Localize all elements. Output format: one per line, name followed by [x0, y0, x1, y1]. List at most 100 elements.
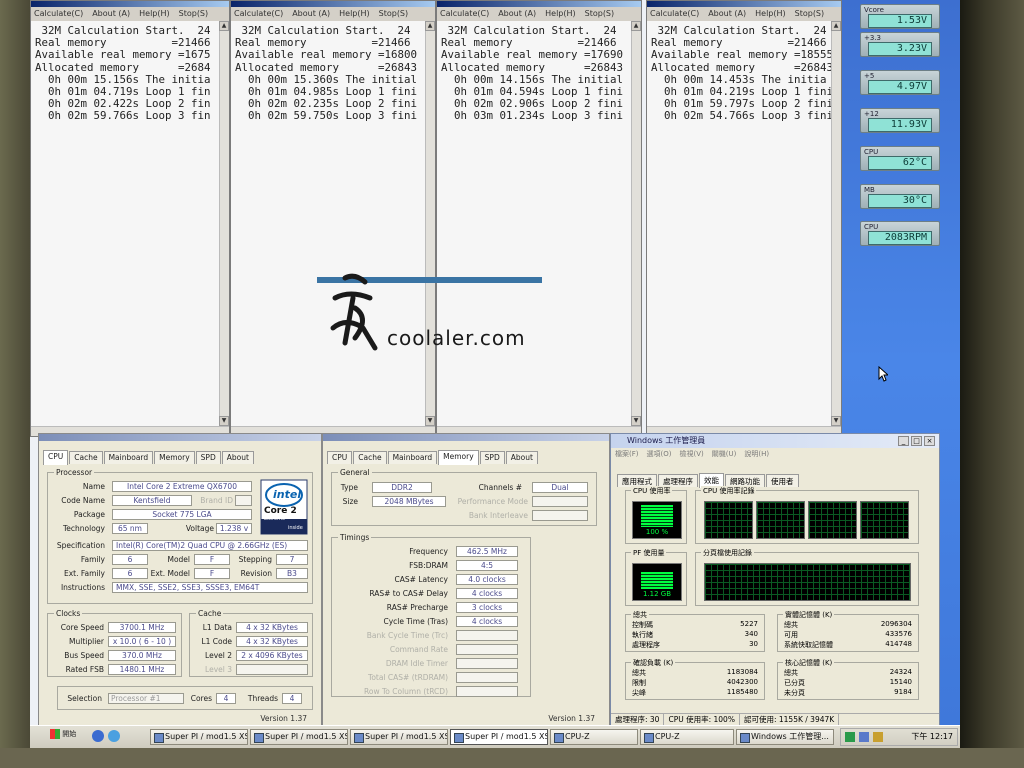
quicklaunch-ie-icon[interactable] — [92, 730, 104, 742]
processor-select[interactable]: Processor #1 — [108, 693, 184, 704]
gadget-3v3[interactable]: +3.3 3.23V — [860, 32, 940, 57]
menu-about[interactable]: About (A) — [92, 9, 130, 18]
vertical-scrollbar[interactable]: ▲ ▼ — [831, 21, 841, 426]
gadget-mb-temp[interactable]: MB 30°C — [860, 184, 940, 209]
tab-memory[interactable]: Memory — [154, 451, 195, 464]
superpi-window-1[interactable]: Calculate(C) About (A) Help(H) Stop(S) 32M … — [30, 0, 230, 437]
scroll-down-arrow-icon[interactable]: ▼ — [831, 416, 841, 426]
cpuz-window-memory[interactable]: CPU Cache Mainboard Memory SPD About General … — [322, 433, 610, 726]
menu-file[interactable]: 檔案(F) — [615, 450, 639, 458]
tab-cache[interactable]: Cache — [353, 451, 387, 464]
scroll-up-arrow-icon[interactable]: ▲ — [219, 21, 229, 31]
tab-about[interactable]: About — [221, 451, 254, 464]
version-text: Version 1.37 — [260, 714, 307, 723]
menu-help[interactable]: Help(H) — [755, 9, 786, 18]
tray-clock[interactable]: 下午 12:17 — [911, 729, 953, 745]
stat-row: 總共 1183084 — [632, 668, 758, 677]
gadget-5v[interactable]: +5 4.97V — [860, 70, 940, 95]
gadget-value: 1.53V — [868, 14, 932, 28]
menu-about[interactable]: About (A) — [498, 9, 536, 18]
level3-value — [236, 664, 308, 675]
minimize-icon[interactable]: _ — [898, 436, 909, 446]
menu-help[interactable]: Help(H) — [339, 9, 370, 18]
taskbar-button-superpi-2[interactable]: Super PI / mod1.5 XS — [250, 729, 348, 745]
cycle-time-value: 4 clocks — [456, 616, 518, 627]
scroll-up-arrow-icon[interactable]: ▲ — [831, 21, 841, 31]
tab-mainboard[interactable]: Mainboard — [103, 451, 154, 464]
menu-shutdown[interactable]: 關機(U) — [712, 450, 737, 458]
scroll-up-arrow-icon[interactable]: ▲ — [425, 21, 435, 31]
tab-mainboard[interactable]: Mainboard — [387, 451, 438, 464]
superpi-window-3[interactable]: Calculate(C) About (A) Help(H) Stop(S) 32M … — [436, 0, 642, 437]
field-label: Selection — [67, 694, 102, 703]
menu-stop[interactable]: Stop(S) — [379, 9, 409, 18]
tray-network-icon[interactable] — [859, 732, 869, 742]
tray-volume-icon[interactable] — [873, 732, 883, 742]
taskbar-button-superpi-1[interactable]: Super PI / mod1.5 XS — [150, 729, 248, 745]
superpi-output: 32M Calculation Start. 24 Real memory =21… — [231, 21, 425, 426]
tab-memory[interactable]: Memory — [438, 450, 479, 465]
maximize-icon[interactable]: □ — [911, 436, 922, 446]
stat-value: 1183084 — [726, 668, 758, 676]
tab-cpu[interactable]: CPU — [43, 450, 69, 465]
menu-calculate[interactable]: Calculate(C) — [440, 9, 489, 18]
menu-stop[interactable]: Stop(S) — [179, 9, 209, 18]
menu-help[interactable]: Help(H) — [545, 9, 576, 18]
menu-options[interactable]: 選項(O) — [647, 450, 672, 458]
tab-cache[interactable]: Cache — [69, 451, 103, 464]
l1-data-value: 4 x 32 KBytes — [236, 622, 308, 633]
menu-calculate[interactable]: Calculate(C) — [650, 9, 699, 18]
cpu-history-graph-core1 — [704, 501, 753, 539]
taskbar-button-taskmgr[interactable]: Windows 工作管理... — [736, 729, 834, 745]
ext-family-value: 6 — [112, 568, 148, 579]
gadget-value: 2083RPM — [868, 231, 932, 245]
group-label: 總共 — [631, 610, 649, 620]
vertical-scrollbar[interactable]: ▲ ▼ — [631, 21, 641, 426]
window-titlebar[interactable] — [323, 434, 609, 441]
menu-stop[interactable]: Stop(S) — [585, 9, 615, 18]
menu-about[interactable]: About (A) — [708, 9, 746, 18]
cpuz-window-cpu[interactable]: CPU Cache Mainboard Memory SPD About Processo… — [38, 433, 322, 726]
taskbar-button-superpi-4[interactable]: Super PI / mod1.5 XS — [450, 729, 548, 745]
tab-spd[interactable]: SPD — [479, 451, 505, 464]
gadget-vcore[interactable]: Vcore 1.53V — [860, 4, 940, 29]
menu-help[interactable]: Help(H) — [139, 9, 170, 18]
tab-cpu[interactable]: CPU — [327, 451, 353, 464]
scroll-down-arrow-icon[interactable]: ▼ — [219, 416, 229, 426]
menu-calculate[interactable]: Calculate(C) — [234, 9, 283, 18]
output-line: Available real memory =1675 — [35, 48, 211, 62]
gadget-cpu-fan[interactable]: CPU 2083RPM — [860, 221, 940, 246]
scroll-down-arrow-icon[interactable]: ▼ — [425, 416, 435, 426]
tab-users[interactable]: 使用者 — [766, 474, 799, 487]
start-button[interactable]: 開始 — [50, 729, 86, 745]
menu-about[interactable]: About (A) — [292, 9, 330, 18]
taskbar-button-superpi-3[interactable]: Super PI / mod1.5 XS — [350, 729, 448, 745]
field-label: RAS# Precharge — [386, 603, 448, 612]
superpi-window-4[interactable]: Calculate(C) About (A) Help(H) Stop(S) 32M … — [646, 0, 842, 437]
vertical-scrollbar[interactable]: ▲ ▼ — [425, 21, 435, 426]
menu-stop[interactable]: Stop(S) — [795, 9, 825, 18]
scroll-down-arrow-icon[interactable]: ▼ — [631, 416, 641, 426]
menu-view[interactable]: 檢視(V) — [679, 450, 703, 458]
gadget-cpu-temp[interactable]: CPU 62°C — [860, 146, 940, 171]
tray-taskmgr-icon[interactable] — [845, 732, 855, 742]
channels-value: Dual — [532, 482, 588, 493]
quicklaunch-media-icon[interactable] — [108, 730, 120, 742]
scroll-up-arrow-icon[interactable]: ▲ — [631, 21, 641, 31]
close-icon[interactable]: × — [924, 436, 935, 446]
window-titlebar[interactable] — [39, 434, 321, 441]
gadget-12v[interactable]: +12 11.93V — [860, 108, 940, 133]
taskbar-button-cpuz-1[interactable]: CPU-Z — [550, 729, 638, 745]
window-titlebar[interactable]: Windows 工作管理員 — [611, 434, 939, 448]
status-bar: 處理程序: 30 CPU 使用率: 100% 認可使用: 1155K / 3947K — [611, 713, 939, 725]
menu-calculate[interactable]: Calculate(C) — [34, 9, 83, 18]
tab-spd[interactable]: SPD — [195, 451, 221, 464]
vertical-scrollbar[interactable]: ▲ ▼ — [219, 21, 229, 426]
menu-help[interactable]: 說明(H) — [744, 450, 769, 458]
stat-row: 系統快取記憶體 414748 — [784, 640, 912, 649]
tab-about[interactable]: About — [505, 451, 538, 464]
superpi-window-2[interactable]: Calculate(C) About (A) Help(H) Stop(S) 32M … — [230, 0, 436, 437]
field-label: Code Name — [61, 496, 105, 505]
task-manager-window[interactable]: Windows 工作管理員 _ □ × 檔案(F) 選項(O) 檢視(V) 關機(U)… — [610, 433, 940, 726]
taskbar-button-cpuz-2[interactable]: CPU-Z — [640, 729, 734, 745]
